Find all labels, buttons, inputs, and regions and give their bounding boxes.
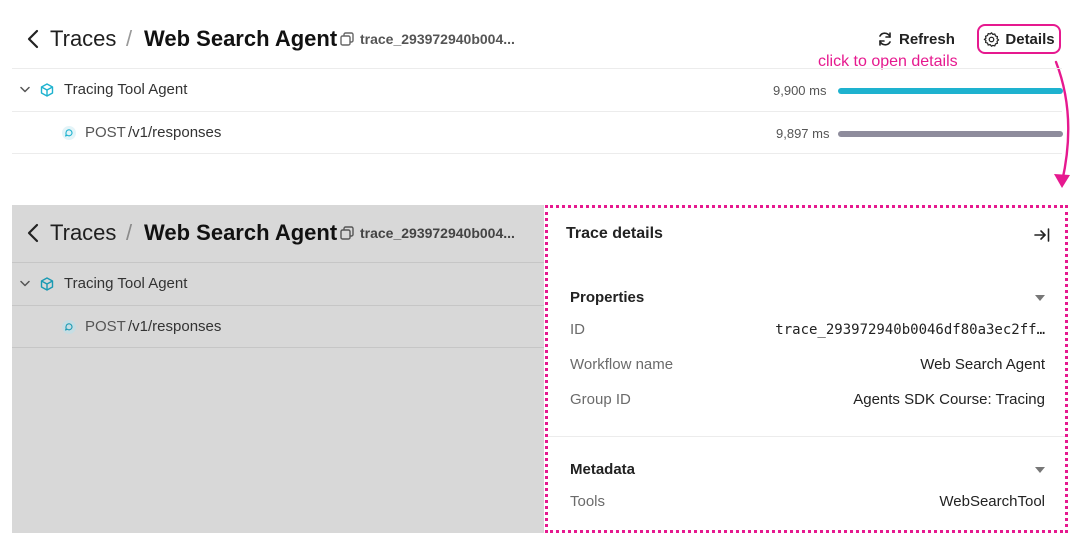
gear-icon xyxy=(984,31,1000,47)
cube-icon xyxy=(40,277,54,291)
span-row-agent[interactable]: Tracing Tool Agent 9,900 ms xyxy=(12,68,1063,111)
breadcrumb-traces[interactable]: Traces xyxy=(50,24,116,54)
details-label: Details xyxy=(1005,30,1055,48)
details-button[interactable]: Details xyxy=(977,24,1061,54)
chevron-left-icon[interactable] xyxy=(26,28,42,50)
span-method: POST xyxy=(85,318,126,335)
span-name: /v1/responses xyxy=(128,124,222,141)
collapse-panel-icon[interactable] xyxy=(1033,226,1051,244)
breadcrumb-separator: / xyxy=(126,26,133,51)
chevron-down-icon[interactable] xyxy=(20,280,30,288)
dimmed-trace-view: Traces / Web Search Agent trace_29397294… xyxy=(12,205,544,533)
property-key: Workflow name xyxy=(570,356,674,373)
property-value: Agents SDK Course: Tracing xyxy=(853,391,1045,408)
page-title: Web Search Agent xyxy=(144,26,338,51)
breadcrumb-separator: / xyxy=(126,220,133,245)
span-row-response[interactable]: POST /v1/responses xyxy=(12,305,544,348)
property-value-id[interactable]: trace_293972940b0046df80a3ec2ff… xyxy=(775,322,1045,338)
span-name: Tracing Tool Agent xyxy=(64,275,188,292)
span-row-response[interactable]: POST /v1/responses 9,897 ms xyxy=(12,111,1063,154)
property-key: Group ID xyxy=(570,391,631,408)
copy-icon[interactable] xyxy=(340,32,354,46)
span-row-agent[interactable]: Tracing Tool Agent xyxy=(12,262,544,305)
refresh-icon xyxy=(879,32,891,46)
span-name: Tracing Tool Agent xyxy=(64,81,188,98)
span-name: /v1/responses xyxy=(128,318,222,335)
metadata-value: WebSearchTool xyxy=(939,493,1045,510)
refresh-label: Refresh xyxy=(899,30,955,48)
span-bar xyxy=(838,131,1063,137)
properties-heading[interactable]: Properties xyxy=(570,289,644,306)
trace-id[interactable]: trace_293972940b004... xyxy=(360,224,515,242)
copy-icon[interactable] xyxy=(340,226,354,240)
page-title: Web Search Agent xyxy=(144,220,338,245)
property-key: ID xyxy=(570,321,585,338)
refresh-button[interactable]: Refresh xyxy=(877,26,955,52)
chevron-down-icon[interactable] xyxy=(20,86,30,94)
chevron-left-icon[interactable] xyxy=(26,222,42,244)
message-icon xyxy=(62,126,76,140)
caret-down-icon[interactable] xyxy=(1035,467,1045,473)
metadata-heading[interactable]: Metadata xyxy=(570,461,635,478)
message-icon xyxy=(62,320,76,334)
span-bar xyxy=(838,88,1063,94)
metadata-key: Tools xyxy=(570,493,606,510)
trace-details-panel: Trace details Properties ID trace_293972… xyxy=(545,205,1068,533)
span-method: POST xyxy=(85,124,126,141)
breadcrumb-traces[interactable]: Traces xyxy=(50,218,116,248)
property-value: Web Search Agent xyxy=(920,356,1045,373)
panel-title: Trace details xyxy=(566,225,663,242)
trace-id[interactable]: trace_293972940b004... xyxy=(360,30,515,48)
caret-down-icon[interactable] xyxy=(1035,295,1045,301)
section-divider xyxy=(548,436,1065,437)
span-duration: 9,900 ms xyxy=(773,83,827,98)
cube-icon xyxy=(40,83,54,97)
span-duration: 9,897 ms xyxy=(776,126,830,141)
